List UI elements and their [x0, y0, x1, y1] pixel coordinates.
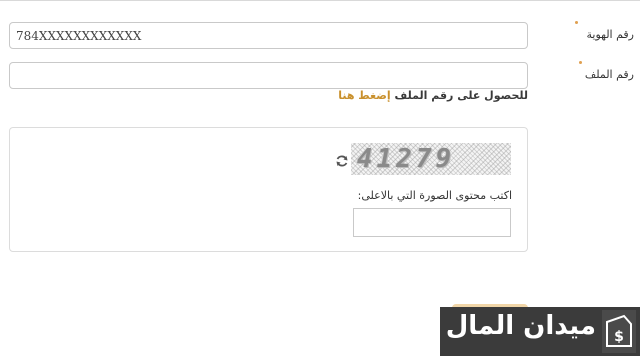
captcha-image-text: 41279 — [356, 144, 456, 174]
file-number-input[interactable] — [9, 62, 528, 89]
captcha-instruction: اكتب محتوى الصورة التي بالاعلى: — [357, 189, 512, 202]
svg-text:$: $ — [614, 329, 624, 345]
captcha-input[interactable] — [353, 208, 511, 237]
refresh-icon[interactable] — [335, 153, 349, 167]
captcha-image: 41279 — [351, 143, 511, 175]
id-number-input[interactable] — [9, 22, 528, 49]
watermark-text: ميدان المال — [445, 311, 596, 341]
money-icon: $ — [602, 310, 636, 353]
required-marker — [579, 61, 582, 64]
file-number-help: للحصول على رقم الملف إضغط هنا — [60, 89, 528, 102]
id-number-label: رقم الهوية — [586, 28, 634, 41]
click-here-link[interactable]: إضغط هنا — [338, 89, 390, 102]
file-number-label: رقم الملف — [584, 68, 634, 81]
required-marker — [575, 21, 578, 24]
top-divider — [0, 0, 640, 1]
help-text: للحصول على رقم الملف — [394, 89, 528, 102]
watermark: $ ميدان المال — [440, 307, 640, 356]
